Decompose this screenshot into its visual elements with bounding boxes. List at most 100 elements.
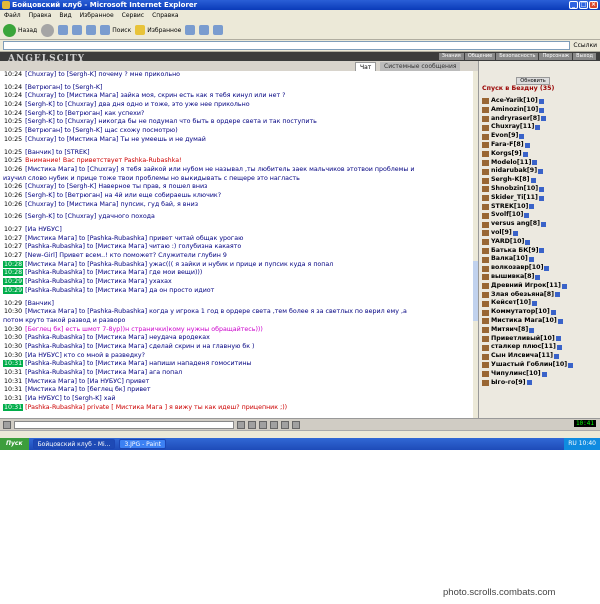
info-icon[interactable] <box>524 142 530 148</box>
info-icon[interactable] <box>535 274 541 280</box>
menu-item[interactable]: Файл <box>4 10 21 21</box>
user-list-item[interactable]: Кейсет[10] <box>482 299 573 308</box>
chat-message[interactable]: [Sergh-K] to [Chuxray] два дня одно и то… <box>25 101 249 108</box>
user-name[interactable]: Злая обезьяна[8] <box>491 291 554 300</box>
user-list-item[interactable]: Sergh-K[8] <box>482 176 573 185</box>
user-name[interactable]: Валка[10] <box>491 255 528 264</box>
favorites-button[interactable]: Избранное <box>135 25 181 35</box>
chat-message[interactable]: [Sergh-K] to [Ветрюган] как успехи? <box>25 110 144 117</box>
chat-message[interactable]: Внимание! Вас приветствует Pashka-Rubash… <box>25 157 181 164</box>
user-list-item[interactable]: vol[9] <box>482 229 573 238</box>
user-name[interactable]: Батька БК[9] <box>491 247 538 256</box>
nav-item[interactable]: Выход <box>573 53 596 60</box>
sound-icon[interactable] <box>292 420 300 429</box>
info-icon[interactable] <box>525 239 531 245</box>
chat-message[interactable]: [Мистика Мага] to [Pashka-Rubashka] прив… <box>25 235 243 242</box>
user-list-item[interactable]: Коммутатор[10] <box>482 308 573 317</box>
info-icon[interactable] <box>512 230 518 236</box>
chat-message[interactable]: [Ванчик] to [STREK] <box>25 149 89 156</box>
info-icon[interactable] <box>539 107 545 113</box>
user-list-item[interactable]: Chuxray[11] <box>482 123 573 132</box>
user-list-item[interactable]: Злая обезьяна[8] <box>482 291 573 300</box>
info-icon[interactable] <box>519 134 525 140</box>
user-list-item[interactable]: Ace-Yarik[10] <box>482 97 573 106</box>
user-list-item[interactable]: Мистика Мага[10] <box>482 317 573 326</box>
send-icon[interactable] <box>237 420 245 429</box>
chat-message[interactable]: [Chuxray] to [Мистика Мага] Ты не умеешь… <box>25 136 206 143</box>
user-name[interactable]: STREK[10] <box>491 203 528 212</box>
chat-message[interactable]: [Pashka-Rubashka] to [Мистика Мага] чита… <box>25 243 241 250</box>
user-name[interactable]: вышивка[8] <box>491 273 534 282</box>
nav-item[interactable]: Безопасность <box>496 53 539 60</box>
tab-chat[interactable]: Чат <box>355 62 377 71</box>
user-list-item[interactable]: Fara-F[8] <box>482 141 573 150</box>
user-name[interactable]: vol[9] <box>491 229 512 238</box>
user-name[interactable]: Мистика Мага[10] <box>491 317 557 326</box>
user-list-item[interactable]: вышивка[8] <box>482 273 573 282</box>
info-icon[interactable] <box>539 248 545 254</box>
info-icon[interactable] <box>529 204 535 210</box>
nav-item[interactable]: Знания <box>438 53 464 60</box>
search-button[interactable]: Поиск <box>100 25 131 35</box>
user-name[interactable]: Ыго-го[9] <box>491 379 526 388</box>
print-icon[interactable] <box>213 25 224 35</box>
user-list-item[interactable]: Modelo[11] <box>482 159 573 168</box>
taskbar-item-paint[interactable]: 3.JPG - Paint <box>119 439 167 449</box>
chat-message[interactable]: изучил слово нубик и прице тоже твои про… <box>3 175 300 182</box>
chat-message[interactable]: [Pashka-Rubashka] to [Мистика Мага] ухах… <box>25 278 172 285</box>
user-name[interactable]: Ace-Yarik[10] <box>491 97 538 106</box>
user-name[interactable]: Приветливый[10] <box>491 335 555 344</box>
info-icon[interactable] <box>544 266 550 272</box>
user-list-item[interactable]: YARD[10] <box>482 238 573 247</box>
info-icon[interactable] <box>550 310 556 316</box>
info-icon[interactable] <box>554 292 560 298</box>
info-icon[interactable] <box>528 257 534 263</box>
user-list-item[interactable]: nidarubak[9] <box>482 167 573 176</box>
user-name[interactable]: versus ang[8] <box>491 220 540 229</box>
chat-message[interactable]: [Pashka-Rubashka] to [Мистика Мага] ага … <box>25 369 182 376</box>
chat-input[interactable] <box>14 420 234 429</box>
chat-message[interactable]: [Мистика Мага] to [Pashka-Rubashka] ужас… <box>25 261 333 268</box>
user-name[interactable]: Ушастый Гоблин[10] <box>491 361 567 370</box>
info-icon[interactable] <box>553 354 559 359</box>
minimize-button[interactable]: _ <box>569 1 578 9</box>
user-list-item[interactable]: andryraser[8] <box>482 115 573 124</box>
mail-icon[interactable] <box>199 25 210 35</box>
info-icon[interactable] <box>535 125 541 131</box>
menu-item[interactable]: Избранное <box>80 10 114 21</box>
user-list-item[interactable]: Ушастый Гоблин[10] <box>482 361 574 370</box>
user-list-item[interactable]: Evon[9] <box>482 132 573 141</box>
user-list-item[interactable]: Ыго-го[9] <box>482 379 573 388</box>
info-icon[interactable] <box>526 380 532 386</box>
user-name[interactable]: сталкер плюс[11] <box>491 343 556 352</box>
close-button[interactable]: × <box>589 1 598 9</box>
chat-message[interactable]: [Йа НУБУС] <box>25 226 62 233</box>
address-input[interactable] <box>3 41 571 50</box>
maximize-button[interactable]: □ <box>579 1 588 9</box>
chat-message[interactable]: [Йа НУБУС] to [Sergh-K] хай <box>25 395 115 402</box>
chat-message[interactable]: [Pashka-Rubashka] to [Мистика Мага] напи… <box>25 360 251 367</box>
filter-icon[interactable] <box>270 420 278 429</box>
user-list-item[interactable]: сталкер плюс[11] <box>482 343 573 352</box>
user-name[interactable]: волкозавр[10] <box>491 264 543 273</box>
user-name[interactable]: Кейсет[10] <box>491 299 531 308</box>
smile-icon[interactable] <box>248 420 256 429</box>
info-icon[interactable] <box>538 169 544 175</box>
clear-icon[interactable] <box>259 420 267 429</box>
user-list-item[interactable]: versus ang[8] <box>482 220 573 229</box>
user-list-item[interactable]: Чипулинс[10] <box>482 370 573 379</box>
info-icon[interactable] <box>541 371 547 377</box>
user-list-item[interactable]: Древний Игрок[11] <box>482 282 573 291</box>
user-list-item[interactable]: STREK[10] <box>482 203 573 212</box>
user-list-item[interactable]: Aminozin[10] <box>482 106 573 115</box>
chat-message[interactable]: [Ванчик] <box>25 300 54 307</box>
user-list-item[interactable]: Сын Илсвича[11] <box>482 352 573 361</box>
chat-message[interactable]: [Мистика Мага] to [беглец бк] привет <box>25 386 150 393</box>
user-name[interactable]: Древний Игрок[11] <box>491 282 561 291</box>
user-list-item[interactable]: Korgs[9] <box>482 150 573 159</box>
nav-item[interactable]: Персонаж <box>539 53 573 60</box>
chat-message[interactable]: [Pashka-Rubashka] to [Мистика Мага] да о… <box>25 287 214 294</box>
info-icon[interactable] <box>561 283 567 289</box>
user-name[interactable]: Evon[9] <box>491 132 518 141</box>
user-name[interactable]: Korgs[9] <box>491 150 522 159</box>
